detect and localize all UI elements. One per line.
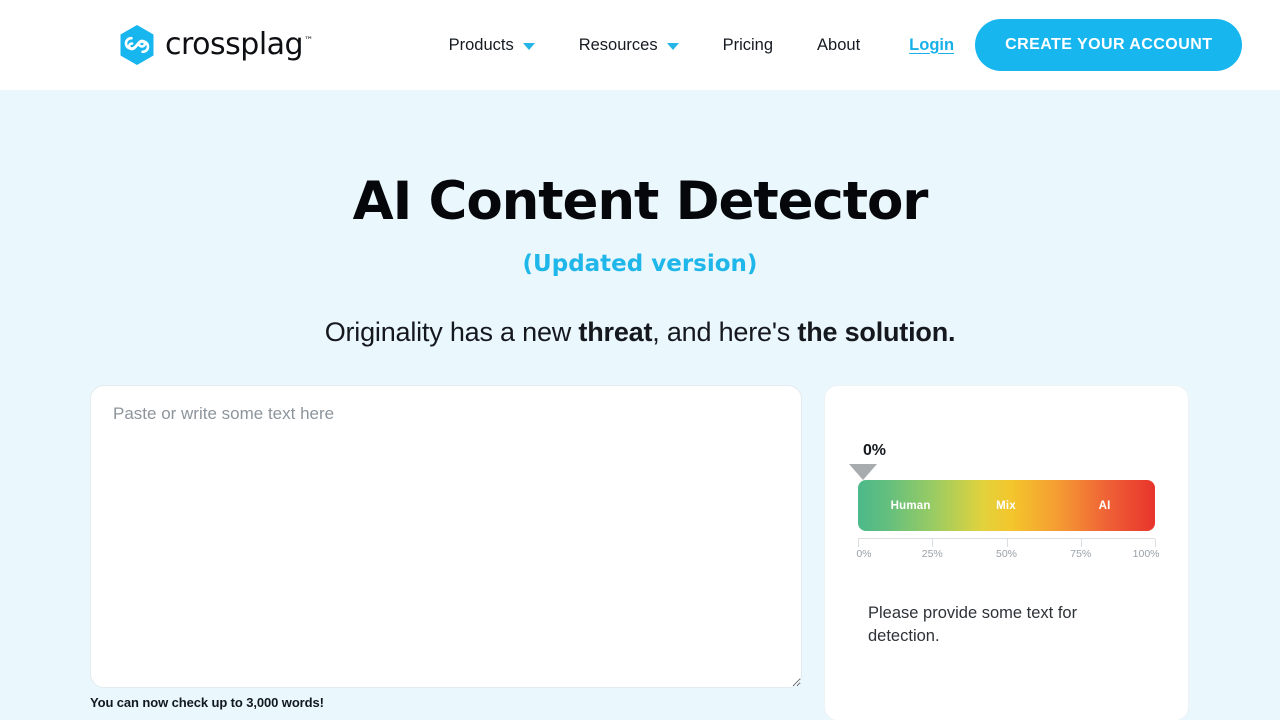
gauge-tick [1006, 539, 1008, 548]
gauge-axis-label: 25% [921, 548, 943, 561]
gauge-axis-label: 0% [856, 548, 872, 561]
gauge-pointer-icon [849, 464, 877, 481]
hero-tagline: Originality has a new threat, and here's… [0, 317, 1280, 348]
word-limit-hint: You can now check up to 3,000 words! [90, 695, 324, 711]
main-navigation: Products Resources Pricing About Login C… [427, 19, 1243, 71]
nav-item-label: Products [448, 35, 514, 54]
score-value: 0% [863, 442, 886, 460]
gauge-tick [858, 539, 859, 548]
gauge-axis-label: 100% [1132, 548, 1160, 561]
result-message: Please provide some text for detection. [868, 604, 1078, 645]
gauge-axis [858, 538, 1156, 548]
gauge-tick [1080, 539, 1082, 548]
nav-item-label: Resources [578, 35, 658, 54]
chevron-down-icon [666, 42, 679, 50]
detection-gauge: 0% Human Mix AI 0% 25% 50% 75% 100% [849, 442, 1160, 564]
create-account-button[interactable]: CREATE YOUR ACCOUNT [975, 19, 1243, 71]
gauge-zone-mix: Mix [996, 499, 1016, 512]
gauge-axis-labels: 0% 25% 50% 75% 100% [856, 548, 1159, 564]
tagline-part-2: , and here's [652, 317, 798, 348]
page-subtitle: (Updated version) [522, 251, 758, 278]
nav-item-label: Pricing [722, 35, 774, 54]
nav-item-products[interactable]: Products [427, 36, 557, 55]
tagline-bold-solution: the solution. [797, 317, 956, 348]
page-title: AI Content Detector [352, 171, 929, 232]
brand-name: crossplag™ [165, 27, 313, 62]
chevron-down-icon [522, 42, 535, 50]
nav-item-label: About [817, 35, 861, 54]
tagline-part-1: Originality has a new [324, 317, 579, 348]
editor-column: You can now check up to 3,000 words! [90, 385, 802, 710]
gauge-zone-human: Human [890, 499, 931, 512]
gauge-tick [932, 539, 934, 548]
tagline-bold-threat: threat [578, 317, 653, 348]
detector-workspace: You can now check up to 3,000 words! 0% … [0, 385, 1280, 720]
site-header: crossplag™ Products Resources Pricing Ab… [0, 0, 1280, 90]
gauge-axis-label: 75% [1070, 548, 1092, 561]
crossplag-hexagon-logo-icon [120, 25, 154, 65]
brand-logo-link[interactable]: crossplag™ [118, 24, 313, 66]
gauge-tick [1155, 539, 1156, 548]
text-input[interactable] [90, 385, 802, 689]
nav-item-pricing[interactable]: Pricing [701, 36, 795, 55]
nav-item-resources[interactable]: Resources [557, 36, 701, 55]
brand-trademark: ™ [304, 36, 313, 46]
hero-section: AI Content Detector (Updated version) Or… [0, 90, 1280, 348]
gauge-axis-label: 50% [995, 548, 1018, 561]
login-link[interactable]: Login [909, 36, 954, 55]
gauge-zone-ai: AI [1098, 499, 1111, 512]
nav-item-about[interactable]: About [795, 36, 882, 55]
gauge-gradient-bar: Human Mix AI [858, 480, 1155, 532]
detection-result-card: 0% Human Mix AI 0% 25% 50% 75% 100% Plea… [824, 385, 1189, 720]
